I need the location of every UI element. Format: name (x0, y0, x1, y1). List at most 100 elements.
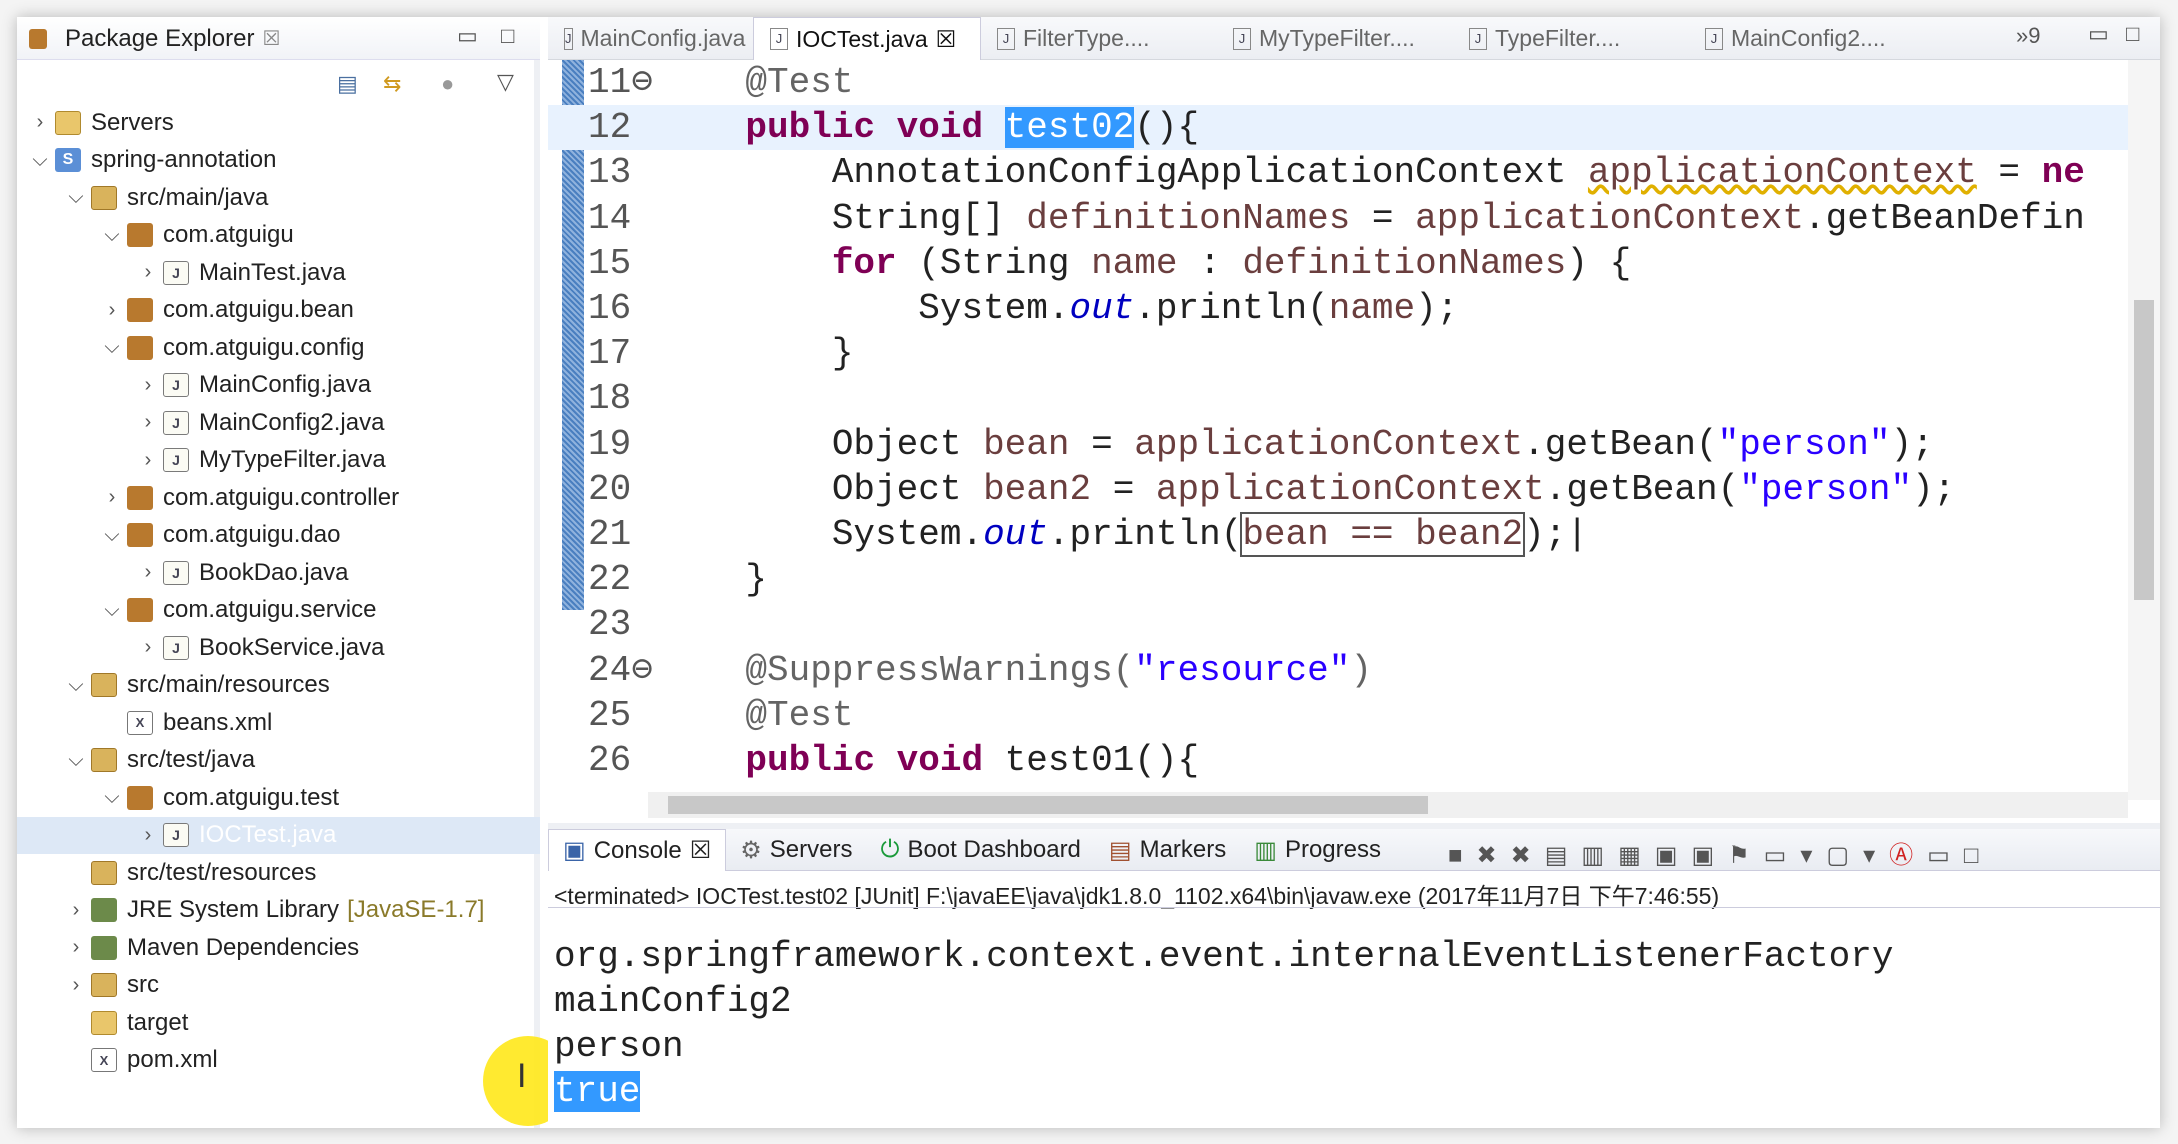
code-line[interactable]: 19 Object bean = applicationContext.getB… (548, 422, 2138, 467)
open-console-icon[interactable]: ▢▾ (1826, 842, 1889, 869)
expand-chevron-icon[interactable]: › (133, 824, 163, 847)
maximize-icon[interactable]: □ (1964, 842, 1993, 869)
expand-chevron-icon[interactable]: › (133, 374, 163, 397)
tree-item[interactable]: ⌵ src/main/resources (17, 667, 540, 704)
code-line[interactable]: 24⊖ @SuppressWarnings("resource") (548, 648, 2138, 693)
expand-chevron-icon[interactable]: › (133, 636, 163, 659)
collapse-chevron-icon[interactable]: ⌵ (61, 749, 91, 772)
tree-item[interactable]: › J MainConfig.java (17, 367, 540, 404)
clear-console-icon[interactable]: ▤ (1545, 842, 1582, 869)
tree-item[interactable]: ⌵ Sspring-annotation (17, 142, 540, 179)
tree-item[interactable]: › Maven Dependencies (17, 929, 540, 966)
display-console-icon[interactable]: ▭▾ (1764, 842, 1827, 869)
editor-tab[interactable]: J IOCTest.java ☒ (753, 17, 981, 60)
tree-item[interactable]: src/test/resources (17, 854, 540, 891)
tree-item[interactable]: ⌵ src/test/java (17, 742, 540, 779)
tree-item[interactable]: › Servers (17, 104, 540, 141)
expand-chevron-icon[interactable]: › (133, 449, 163, 472)
expand-chevron-icon[interactable]: › (61, 974, 91, 997)
minimize-icon[interactable]: ▭ (457, 23, 478, 49)
scroll-lock-icon[interactable]: ▥ (1581, 842, 1618, 869)
code-line[interactable]: 18 (548, 376, 2138, 421)
console-tab-markers[interactable]: ▤ Markers (1095, 829, 1240, 871)
tree-item[interactable]: ⌵ com.atguigu.dao (17, 517, 540, 554)
tree-item[interactable]: target (17, 1004, 540, 1041)
tree-item[interactable]: › com.atguigu.controller (17, 479, 540, 516)
show-on-stdout-icon[interactable]: ▣ (1655, 842, 1692, 869)
code-line[interactable]: 22 } (548, 557, 2138, 602)
tree-item[interactable]: › J MyTypeFilter.java (17, 442, 540, 479)
code-line[interactable]: 20 Object bean2 = applicationContext.get… (548, 467, 2138, 512)
collapse-chevron-icon[interactable]: ⌵ (25, 149, 55, 172)
tree-item[interactable]: › src (17, 967, 540, 1004)
editor-tab[interactable]: J MainConfig2.... (1689, 17, 1925, 60)
console-tab-console[interactable]: ▣ Console ☒ (548, 829, 727, 871)
remove-launch-icon[interactable]: ✖ (1477, 842, 1511, 869)
expand-chevron-icon[interactable]: › (133, 261, 163, 284)
tree-item[interactable]: Xbeans.xml (17, 704, 540, 741)
view-menu-chevron-icon[interactable]: ▽ (497, 69, 514, 95)
expand-chevron-icon[interactable]: › (133, 411, 163, 434)
code-line[interactable]: 13 AnnotationConfigApplicationContext ap… (548, 150, 2138, 195)
collapse-chevron-icon[interactable]: ⌵ (97, 524, 127, 547)
minimize-icon[interactable]: ▭ (1927, 842, 1964, 869)
code-line[interactable]: 17 } (548, 331, 2138, 376)
close-icon[interactable]: ☒ (690, 836, 712, 865)
code-line[interactable]: 26 public void test01(){ (548, 738, 2138, 783)
view-menu-filter-icon[interactable]: ● (441, 71, 454, 97)
editor-tab[interactable]: J MyTypeFilter.... (1217, 17, 1453, 60)
code-line[interactable]: 11⊖ @Test (548, 60, 2138, 105)
minimize-icon[interactable]: ▭ (2088, 21, 2109, 47)
console-tab-boot-dashboard[interactable]: ⏻ Boot Dashboard (866, 829, 1094, 871)
editor-tab[interactable]: J FilterType.... (981, 17, 1217, 60)
expand-chevron-icon[interactable]: › (97, 486, 127, 509)
code-line[interactable]: 16 System.out.println(name); (548, 286, 2138, 331)
tree-item[interactable]: › com.atguigu.bean (17, 292, 540, 329)
tree-item[interactable]: ⌵ src/main/java (17, 179, 540, 216)
collapse-chevron-icon[interactable]: ⌵ (97, 336, 127, 359)
expand-chevron-icon[interactable]: › (61, 936, 91, 959)
collapse-all-icon[interactable]: ▤ (337, 71, 358, 97)
terminate-icon[interactable]: ■ (1448, 842, 1477, 869)
show-on-stderr-icon[interactable]: ▣ (1691, 842, 1728, 869)
console-tab-progress[interactable]: ▥ Progress (1240, 829, 1395, 871)
scroll-thumb[interactable] (2134, 300, 2154, 600)
expand-chevron-icon[interactable]: › (97, 299, 127, 322)
horizontal-scrollbar[interactable] (648, 792, 2128, 818)
tree-item[interactable]: › JRE System Library [JavaSE-1.7] (17, 892, 540, 929)
maximize-icon[interactable]: □ (2126, 21, 2139, 47)
tree-item[interactable]: ⌵ com.atguigu.test (17, 779, 540, 816)
vertical-scrollbar[interactable] (2128, 60, 2160, 800)
collapse-chevron-icon[interactable]: ⌵ (97, 224, 127, 247)
collapse-chevron-icon[interactable]: ⌵ (61, 674, 91, 697)
code-line[interactable]: 12 public void test02(){ (548, 105, 2138, 151)
tree-item[interactable]: › J BookService.java (17, 629, 540, 666)
collapse-chevron-icon[interactable]: ⌵ (97, 599, 127, 622)
tree-item[interactable]: › J MainConfig2.java (17, 404, 540, 441)
scroll-thumb[interactable] (668, 796, 1428, 814)
expand-chevron-icon[interactable]: › (133, 561, 163, 584)
code-line[interactable]: 21 System.out.println(bean == bean2);| (548, 512, 2138, 557)
tree-item[interactable]: › J MainTest.java (17, 254, 540, 291)
expand-chevron-icon[interactable]: › (61, 899, 91, 922)
tree-item[interactable]: ⌵ com.atguigu.config (17, 329, 540, 366)
ajdt-icon[interactable]: Ⓐ (1889, 842, 1927, 869)
close-icon[interactable]: ☒ (262, 26, 280, 51)
collapse-chevron-icon[interactable]: ⌵ (61, 186, 91, 209)
link-with-editor-icon[interactable]: ⇆ (383, 71, 401, 97)
more-tabs-overflow[interactable]: »9 (2016, 23, 2040, 49)
tree-item[interactable]: Xpom.xml (17, 1042, 540, 1079)
expand-chevron-icon[interactable]: › (25, 111, 55, 134)
remove-all-icon[interactable]: ✖ (1511, 842, 1545, 869)
code-line[interactable]: 23 (548, 602, 2138, 647)
tree-item[interactable]: › J BookDao.java (17, 554, 540, 591)
maximize-icon[interactable]: □ (501, 23, 514, 49)
close-icon[interactable]: ☒ (936, 26, 957, 53)
console-tab-servers[interactable]: ⚙ Servers (726, 829, 866, 871)
code-line[interactable]: 15 for (String name : definitionNames) { (548, 241, 2138, 286)
tree-item[interactable]: ⌵ com.atguigu (17, 217, 540, 254)
tree-item[interactable]: › J IOCTest.java (17, 816, 540, 854)
tree-item[interactable]: ⌵ com.atguigu.service (17, 592, 540, 629)
editor-tab[interactable]: J TypeFilter.... (1453, 17, 1689, 60)
collapse-chevron-icon[interactable]: ⌵ (97, 786, 127, 809)
